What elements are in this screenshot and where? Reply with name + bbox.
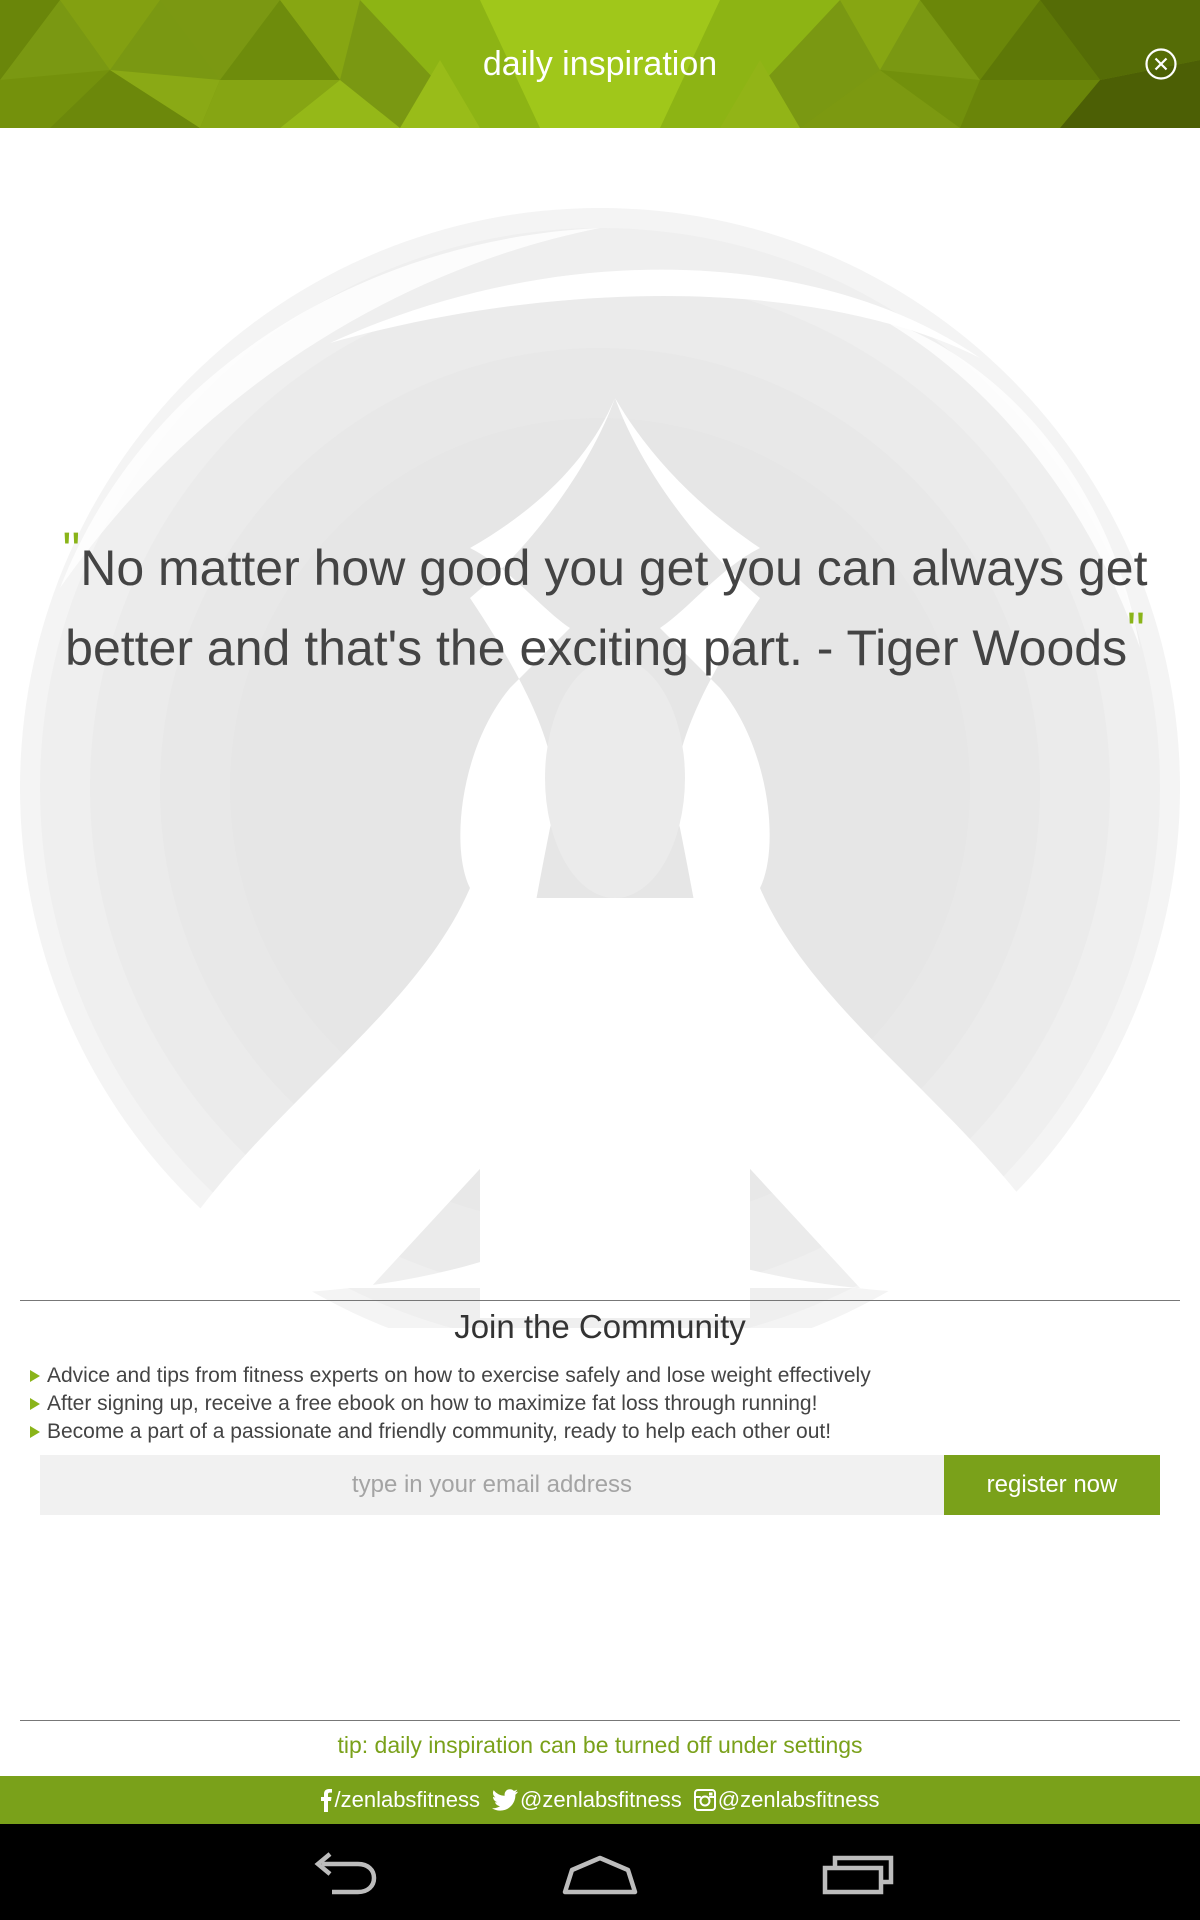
signup-form: register now bbox=[40, 1455, 1160, 1515]
page-title: daily inspiration bbox=[482, 45, 718, 83]
inspiration-quote: "No matter how good you get you can alwa… bbox=[60, 522, 1150, 688]
list-item: After signing up, receive a free ebook o… bbox=[28, 1390, 1178, 1418]
close-button[interactable] bbox=[1144, 47, 1178, 81]
twitter-link[interactable]: @zenlabsfitness bbox=[492, 1787, 682, 1813]
home-icon bbox=[562, 1855, 638, 1895]
divider-top bbox=[20, 1300, 1180, 1301]
email-field[interactable] bbox=[40, 1455, 944, 1515]
list-item: Become a part of a passionate and friend… bbox=[28, 1418, 1178, 1446]
settings-tip: tip: daily inspiration can be turned off… bbox=[337, 1732, 863, 1758]
social-bar: /zenlabsfitness @zenlabsfitness @zenlabs… bbox=[0, 1776, 1200, 1824]
instagram-icon bbox=[693, 1789, 716, 1811]
register-button[interactable]: register now bbox=[944, 1455, 1160, 1515]
list-item: Advice and tips from fitness experts on … bbox=[28, 1362, 1178, 1390]
bullet-triangle-icon bbox=[30, 1398, 40, 1410]
divider-bottom bbox=[20, 1720, 1180, 1721]
facebook-link[interactable]: /zenlabsfitness bbox=[320, 1787, 480, 1813]
back-icon bbox=[314, 1852, 377, 1895]
community-title: Join the Community bbox=[454, 1308, 746, 1345]
quote-text: No matter how good you get you can alway… bbox=[65, 540, 1148, 676]
open-quote-mark: " bbox=[62, 522, 81, 578]
home-button[interactable] bbox=[555, 1842, 645, 1902]
instagram-handle: @zenlabsfitness bbox=[717, 1787, 880, 1812]
close-circle-icon bbox=[1145, 48, 1177, 80]
back-button[interactable] bbox=[300, 1842, 390, 1902]
recent-apps-icon bbox=[822, 1855, 894, 1895]
benefit-text: Advice and tips from fitness experts on … bbox=[47, 1364, 871, 1387]
benefit-text: After signing up, receive a free ebook o… bbox=[47, 1392, 818, 1415]
close-quote-mark: " bbox=[1127, 602, 1145, 658]
daily-inspiration-screen: daily inspiration "No matter how good yo… bbox=[0, 0, 1200, 1920]
instagram-link[interactable]: @zenlabsfitness bbox=[693, 1787, 880, 1813]
facebook-handle: /zenlabsfitness bbox=[334, 1787, 481, 1812]
system-navigation-bar bbox=[0, 1824, 1200, 1920]
zenlabs-logo-watermark bbox=[20, 161, 1180, 1328]
header-bar: daily inspiration bbox=[0, 0, 1200, 128]
benefits-list: Advice and tips from fitness experts on … bbox=[28, 1362, 1178, 1446]
recent-apps-button[interactable] bbox=[815, 1842, 905, 1902]
twitter-icon bbox=[492, 1789, 519, 1811]
twitter-handle: @zenlabsfitness bbox=[520, 1787, 682, 1812]
bullet-triangle-icon bbox=[30, 1426, 40, 1438]
benefit-text: Become a part of a passionate and friend… bbox=[47, 1420, 832, 1443]
facebook-icon bbox=[321, 1789, 333, 1812]
bullet-triangle-icon bbox=[30, 1370, 40, 1382]
